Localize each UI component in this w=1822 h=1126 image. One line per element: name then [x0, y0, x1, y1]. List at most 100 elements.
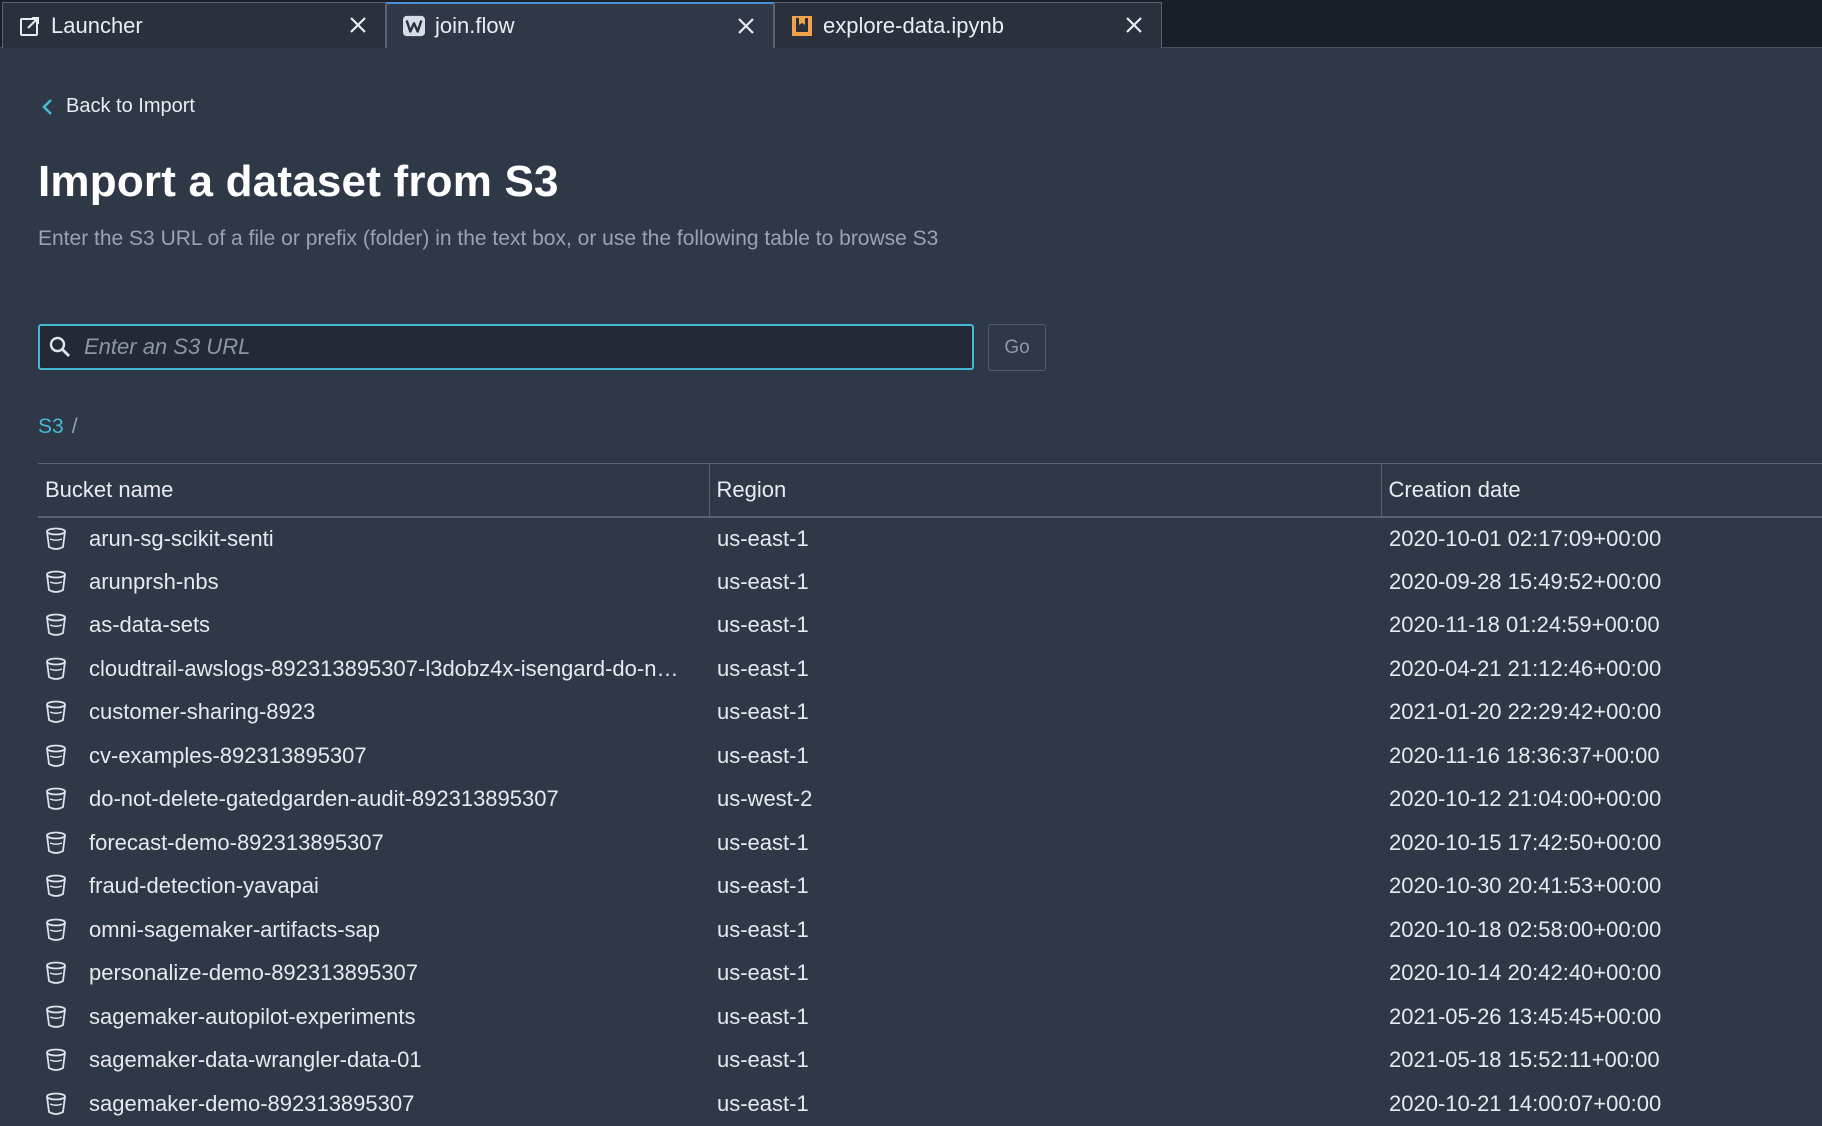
bucket-creation-date: 2020-11-16 18:36:37+00:00: [1389, 742, 1660, 768]
bucket-name-cell[interactable]: arun-sg-scikit-senti: [38, 517, 709, 561]
column-header-region[interactable]: Region: [708, 463, 1381, 517]
bucket-creation-date: 2020-04-21 21:12:46+00:00: [1389, 655, 1662, 681]
bucket-icon: [45, 1092, 67, 1116]
page-title: Import a dataset from S3: [38, 157, 559, 206]
table-row[interactable]: do-not-delete-gatedgarden-audit-89231389…: [38, 778, 1822, 822]
bucket-name[interactable]: as-data-sets: [89, 612, 210, 638]
table-row[interactable]: omni-sagemaker-artifacts-sap us-east-1 202…: [38, 908, 1822, 952]
main-content: Back to Import Import a dataset from S3 …: [0, 49, 1822, 1122]
column-header-creation-date[interactable]: Creation date: [1380, 463, 1822, 517]
bucket-name[interactable]: omni-sagemaker-artifacts-sap: [89, 917, 380, 943]
bucket-name[interactable]: sagemaker-autopilot-experiments: [89, 1004, 416, 1030]
bucket-creation-date: 2020-09-28 15:49:52+00:00: [1389, 568, 1662, 594]
table-row[interactable]: sagemaker-demo-892313895307 us-east-1 2020…: [38, 1082, 1822, 1126]
bucket-region: us-east-1: [717, 525, 809, 551]
table-row[interactable]: customer-sharing-8923 us-east-1 2021-01-20…: [38, 691, 1822, 735]
bucket-name-cell[interactable]: as-data-sets: [38, 604, 709, 648]
bucket-name-cell[interactable]: cloudtrail-awslogs-892313895307-l3dobz4x…: [38, 647, 709, 691]
bucket-creation-date: 2021-01-20 22:29:42+00:00: [1389, 699, 1662, 725]
bucket-name[interactable]: sagemaker-data-wrangler-data-01: [89, 1047, 422, 1073]
close-icon[interactable]: [735, 15, 757, 37]
bucket-icon: [45, 787, 67, 811]
notebook-icon: [791, 15, 813, 37]
bucket-creation-date: 2021-05-18 15:52:11+00:00: [1389, 1047, 1660, 1073]
table-row[interactable]: arun-sg-scikit-senti us-east-1 2020-10-01 …: [38, 517, 1822, 561]
bucket-name[interactable]: personalize-demo-892313895307: [89, 960, 418, 986]
bucket-region: us-east-1: [717, 568, 809, 594]
bucket-name[interactable]: arunprsh-nbs: [89, 569, 219, 595]
table-row[interactable]: sagemaker-autopilot-experiments us-east-1…: [38, 995, 1822, 1039]
bucket-name-cell[interactable]: do-not-delete-gatedgarden-audit-89231389…: [38, 778, 709, 822]
bucket-region: us-east-1: [717, 699, 809, 725]
tab-label: join.flow: [435, 13, 515, 38]
bucket-region: us-east-1: [717, 960, 809, 986]
search-icon: [48, 335, 72, 359]
bucket-creation-date: 2020-10-30 20:41:53+00:00: [1389, 873, 1662, 899]
table-row[interactable]: fraud-detection-yavapai us-east-1 2020-10-…: [38, 865, 1822, 909]
bucket-name[interactable]: fraud-detection-yavapai: [89, 873, 319, 899]
bucket-name[interactable]: forecast-demo-892313895307: [89, 830, 384, 856]
bucket-table: Bucket name Region Creation date arun-sg…: [38, 463, 1822, 1126]
bucket-name-cell[interactable]: arunprsh-nbs: [38, 560, 709, 604]
back-link-label: Back to Import: [66, 95, 195, 117]
bucket-icon: [45, 700, 67, 724]
bucket-icon: [45, 831, 67, 855]
tab-label: explore-data.ipynb: [823, 12, 1005, 38]
bucket-name[interactable]: do-not-delete-gatedgarden-audit-89231389…: [89, 786, 559, 812]
tab-explore-data[interactable]: explore-data.ipynb: [774, 2, 1162, 48]
table-row[interactable]: forecast-demo-892313895307 us-east-1 2020-…: [38, 821, 1822, 865]
bucket-region: us-east-1: [717, 612, 809, 638]
chevron-left-icon: [40, 97, 54, 117]
bucket-region: us-east-1: [717, 1047, 809, 1073]
bucket-region: us-east-1: [717, 916, 809, 942]
bucket-icon: [45, 874, 67, 898]
bucket-icon: [45, 613, 67, 637]
table-row[interactable]: cv-examples-892313895307 us-east-1 2020-11…: [38, 734, 1822, 778]
bucket-name[interactable]: cloudtrail-awslogs-892313895307-l3dobz4x…: [89, 656, 678, 682]
bucket-icon: [45, 570, 67, 594]
table-row[interactable]: sagemaker-data-wrangler-data-01 us-east-1…: [38, 1039, 1822, 1083]
bucket-name-cell[interactable]: cv-examples-892313895307: [38, 734, 709, 778]
bucket-name[interactable]: arun-sg-scikit-senti: [89, 526, 274, 552]
breadcrumb-s3-root[interactable]: S3: [38, 415, 64, 439]
external-link-icon: [19, 15, 41, 37]
breadcrumb: S3 /: [38, 415, 78, 439]
bucket-name-cell[interactable]: sagemaker-data-wrangler-data-01: [38, 1039, 709, 1083]
bucket-icon: [45, 527, 67, 551]
table-row[interactable]: arunprsh-nbs us-east-1 2020-09-28 15:49:52…: [38, 560, 1822, 604]
bucket-name-cell[interactable]: omni-sagemaker-artifacts-sap: [38, 908, 709, 952]
bucket-creation-date: 2020-10-01 02:17:09+00:00: [1389, 525, 1662, 551]
bucket-creation-date: 2020-10-18 02:58:00+00:00: [1389, 916, 1662, 942]
column-header-bucket-name[interactable]: Bucket name: [38, 464, 709, 517]
bucket-name[interactable]: customer-sharing-8923: [89, 699, 315, 725]
back-to-import-link[interactable]: Back to Import: [40, 95, 195, 118]
bucket-name-cell[interactable]: sagemaker-autopilot-experiments: [38, 995, 709, 1039]
bucket-region: us-east-1: [717, 1090, 809, 1116]
table-row[interactable]: cloudtrail-awslogs-892313895307-l3dobz4x…: [38, 647, 1822, 691]
bucket-icon: [45, 744, 67, 768]
bucket-region: us-east-1: [717, 1003, 809, 1029]
bucket-region: us-east-1: [717, 742, 809, 768]
bucket-name-cell[interactable]: forecast-demo-892313895307: [38, 821, 709, 865]
bucket-name-cell[interactable]: personalize-demo-892313895307: [38, 952, 709, 996]
bucket-region: us-east-1: [717, 829, 809, 855]
bucket-region: us-west-2: [717, 786, 813, 812]
bucket-name[interactable]: cv-examples-892313895307: [89, 743, 367, 769]
table-row[interactable]: personalize-demo-892313895307 us-east-1 20…: [38, 952, 1822, 996]
close-icon[interactable]: [347, 14, 369, 36]
bucket-name-cell[interactable]: fraud-detection-yavapai: [38, 865, 709, 909]
tab-launcher[interactable]: Launcher: [2, 2, 386, 48]
s3-url-search-box: [38, 324, 974, 370]
go-button[interactable]: Go: [988, 324, 1046, 371]
bucket-creation-date: 2020-11-18 01:24:59+00:00: [1389, 612, 1660, 638]
breadcrumb-separator: /: [71, 415, 78, 438]
bucket-icon: [45, 1048, 67, 1072]
table-row[interactable]: as-data-sets us-east-1 2020-11-18 01:24:59…: [38, 604, 1822, 648]
bucket-name-cell[interactable]: sagemaker-demo-892313895307: [38, 1082, 709, 1126]
close-icon[interactable]: [1123, 14, 1145, 36]
data-wrangler-icon: [403, 15, 425, 37]
tab-join-flow[interactable]: join.flow: [386, 2, 774, 48]
bucket-name-cell[interactable]: customer-sharing-8923: [38, 691, 709, 735]
bucket-name[interactable]: sagemaker-demo-892313895307: [89, 1091, 414, 1117]
s3-url-input[interactable]: [84, 334, 972, 360]
